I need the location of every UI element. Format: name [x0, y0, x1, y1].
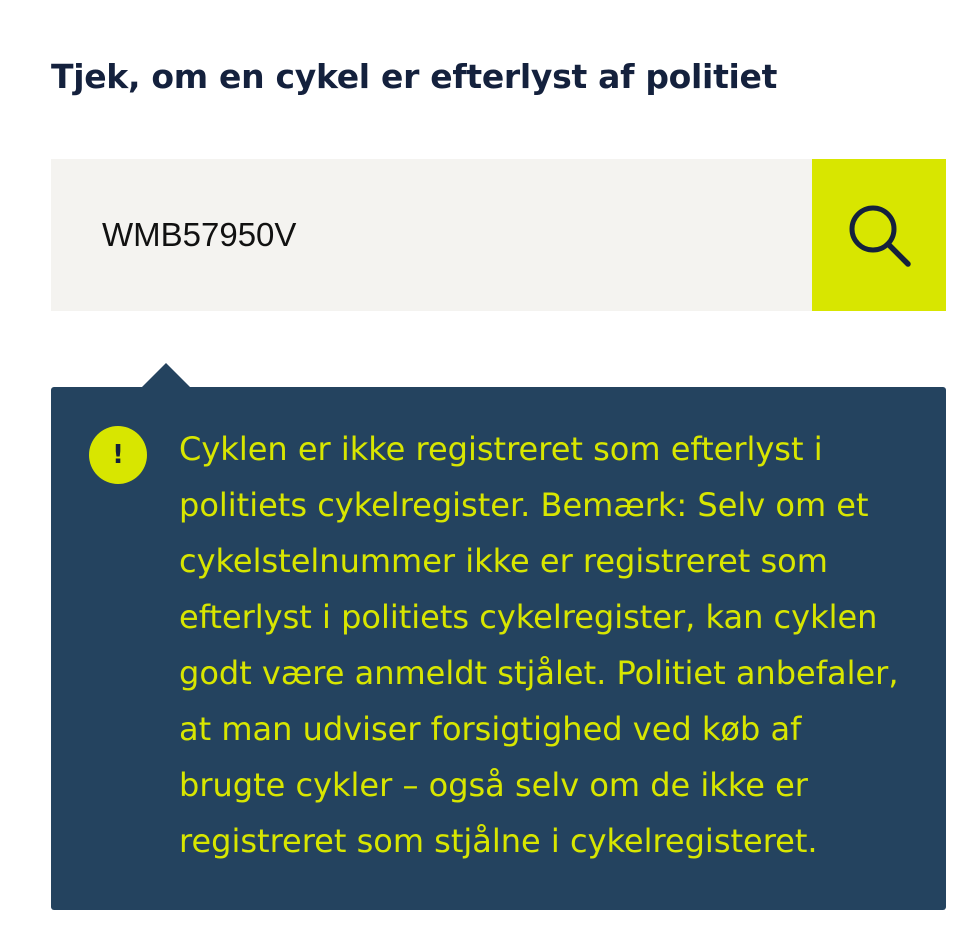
search-result-notice: ! Cyklen er ikke registreret som efterly… — [51, 387, 946, 910]
notice-message: Cyklen er ikke registreret som efterlyst… — [179, 430, 899, 860]
notice-pointer — [141, 363, 191, 388]
search-form — [51, 159, 946, 311]
exclamation-icon: ! — [89, 426, 147, 484]
search-icon — [849, 205, 911, 267]
bike-frame-number-input[interactable] — [51, 159, 812, 311]
search-button[interactable] — [812, 159, 946, 311]
page-title: Tjek, om en cykel er efterlyst af politi… — [51, 57, 778, 96]
